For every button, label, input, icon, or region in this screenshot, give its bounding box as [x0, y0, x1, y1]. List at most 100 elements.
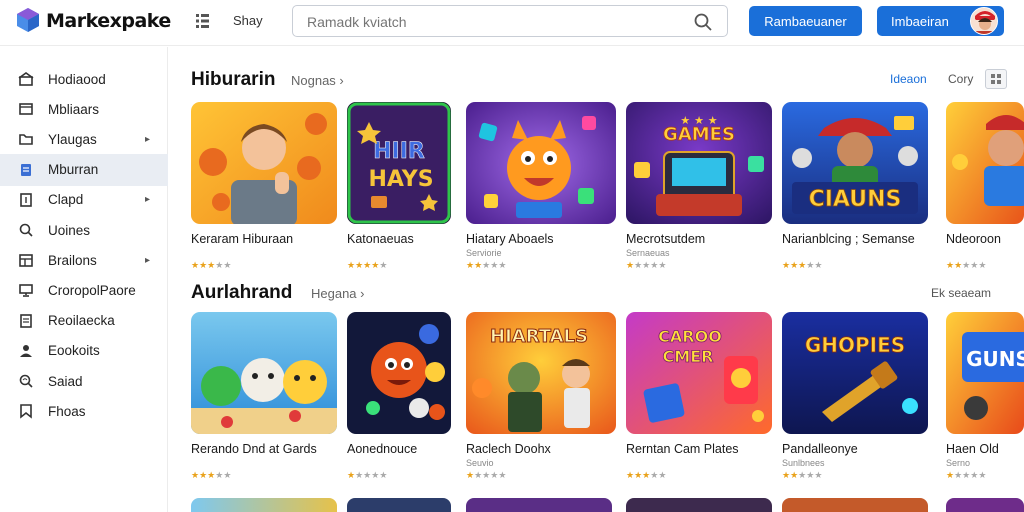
game-meta: Sunlbnees [782, 458, 825, 468]
sidebar-item[interactable]: Mburran [0, 153, 168, 186]
game-thumbnail[interactable]: GHOPIES [782, 312, 928, 434]
game-title[interactable]: Raclech Doohx [466, 442, 551, 456]
bookmark-icon [20, 404, 32, 419]
account-button-label: Imbaeiran [891, 13, 949, 29]
sidebar-item[interactable]: Reoilaecka [0, 305, 168, 337]
sidebar-item[interactable]: Fhoas [0, 395, 168, 427]
game-thumbnail[interactable]: ★ ★ ★ GAMES [626, 102, 772, 224]
game-title[interactable]: Mecrotsutdem [626, 232, 705, 246]
logo-icon[interactable] [16, 7, 40, 33]
game-title[interactable]: Keraram Hiburaan [191, 232, 293, 246]
game-thumbnail-peek[interactable] [466, 498, 612, 512]
sidebar-item[interactable]: Mbliaars [0, 93, 168, 125]
game-thumbnail-peek[interactable] [782, 498, 928, 512]
game-thumbnail[interactable] [191, 102, 337, 224]
chevron-right-icon[interactable]: ▸ [145, 134, 150, 145]
search-input[interactable] [307, 12, 677, 32]
magnifier-icon [19, 374, 33, 388]
sidebar-item-label: Saiad [48, 373, 83, 389]
game-meta: Seuvio [466, 458, 494, 468]
game-title[interactable]: Rerntan Cam Plates [626, 442, 739, 456]
search-box[interactable] [292, 5, 728, 37]
game-thumbnail-peek[interactable] [946, 498, 1024, 512]
rating-stars: ★★★★★ [191, 470, 232, 480]
game-thumbnail[interactable] [946, 102, 1024, 224]
top-bar: Markexpake Shay Rambaeuaner Imbaeiran [0, 0, 1024, 46]
game-title[interactable]: Narianblcing ; Semanse [782, 232, 915, 246]
sidebar-item-label: Hodiaood [48, 71, 106, 87]
game-title[interactable]: Aonednouce [347, 442, 417, 456]
view-toggle-icon[interactable] [985, 69, 1007, 89]
rating-stars: ★★★★★ [347, 260, 388, 270]
sidebar-item[interactable]: Hodiaood [0, 63, 168, 95]
avatar[interactable] [970, 7, 998, 35]
sidebar-item[interactable]: Clapd ▸ [0, 184, 168, 216]
game-title[interactable]: Haen Old [946, 442, 999, 456]
sidebar-item[interactable]: Brailons ▸ [0, 244, 168, 276]
search-icon[interactable] [693, 12, 713, 32]
sidebar-item-label: Ylaugas [48, 131, 97, 147]
rating-stars: ★★★★★ [466, 470, 507, 480]
game-thumbnail-peek[interactable] [347, 498, 451, 512]
game-thumbnail[interactable] [466, 102, 616, 224]
svg-text:HIARTALS: HIARTALS [490, 326, 588, 347]
monitor-icon [19, 284, 33, 298]
home-icon [18, 72, 34, 86]
person-icon [20, 344, 32, 357]
folder-icon [19, 134, 33, 146]
sort-filter-link[interactable]: Ideaon [890, 72, 927, 86]
game-thumbnail[interactable]: CIAUNS [782, 102, 928, 224]
sidebar-item[interactable]: CroropolPaore [0, 274, 168, 306]
primary-button[interactable]: Rambaeuaner [749, 6, 862, 36]
account-button[interactable]: Imbaeiran [877, 6, 1004, 36]
game-thumbnail[interactable]: HIIR HAYS [347, 102, 451, 224]
chevron-right-icon[interactable]: ▸ [145, 194, 150, 205]
game-thumbnail[interactable] [191, 312, 337, 434]
svg-text:CIAUNS: CIAUNS [809, 187, 902, 212]
game-title[interactable]: Hiatary Aboaels [466, 232, 554, 246]
brand-name[interactable]: Markexpake [46, 10, 171, 32]
svg-text:CMER: CMER [663, 347, 714, 366]
section-title: Aurlahrand [191, 282, 293, 303]
primary-button-label: Rambaeuaner [764, 13, 847, 29]
rating-stars: ★★★★★ [191, 260, 232, 270]
sidebar-item[interactable]: Uoines [0, 214, 168, 246]
game-thumbnail[interactable] [347, 312, 451, 434]
tag-icon [20, 192, 32, 207]
doc-icon [21, 163, 31, 176]
rating-stars: ★★★★★ [946, 470, 987, 480]
search-icon [19, 223, 33, 237]
grid-menu-icon[interactable] [195, 13, 211, 29]
section-see-more-link[interactable]: Hegana › [311, 286, 364, 301]
svg-text:CAROO: CAROO [658, 327, 722, 346]
rating-stars: ★★★★★ [946, 260, 987, 270]
svg-text:GUNS: GUNS [966, 347, 1024, 371]
game-meta: Serno [946, 458, 971, 468]
game-meta: Sernaeuas [626, 248, 670, 258]
svg-text:HAYS: HAYS [368, 167, 433, 192]
sidebar-item[interactable]: Ylaugas ▸ [0, 123, 168, 155]
copy-link[interactable]: Cory [948, 72, 973, 86]
see-all-link[interactable]: Ek seaeam [931, 286, 991, 300]
sidebar: Hodiaood Mbliaars Ylaugas ▸ Mburran Clapd ▸ Uoi… [0, 47, 168, 512]
sidebar-item[interactable]: Eookoits [0, 335, 168, 367]
svg-text:HIIR: HIIR [373, 139, 425, 164]
game-thumbnail[interactable]: GUNS [946, 312, 1024, 434]
game-title[interactable]: Katonaeuas [347, 232, 414, 246]
game-thumbnail[interactable]: HIARTALS [466, 312, 616, 434]
sidebar-item[interactable]: Saiad [0, 365, 168, 397]
game-title[interactable]: Ndeoroon [946, 232, 1001, 246]
sidebar-item-label: Mburran [48, 162, 99, 178]
chevron-right-icon[interactable]: ▸ [145, 255, 150, 266]
sidebar-item-label: Eookoits [48, 343, 100, 359]
game-thumbnail[interactable]: CAROO CMER [626, 312, 772, 434]
rating-stars: ★★★★★ [782, 260, 823, 270]
section-see-more-link[interactable]: Nognas › [291, 73, 344, 88]
game-title[interactable]: Rerando Dnd at Gards [191, 442, 317, 456]
game-title[interactable]: Pandalleonye [782, 442, 858, 456]
sidebar-item-label: Brailons [48, 252, 97, 268]
sidebar-item-label: Mbliaars [48, 101, 100, 117]
game-thumbnail-peek[interactable] [626, 498, 772, 512]
game-thumbnail-peek[interactable] [191, 498, 337, 512]
shop-link[interactable]: Shay [233, 13, 263, 28]
